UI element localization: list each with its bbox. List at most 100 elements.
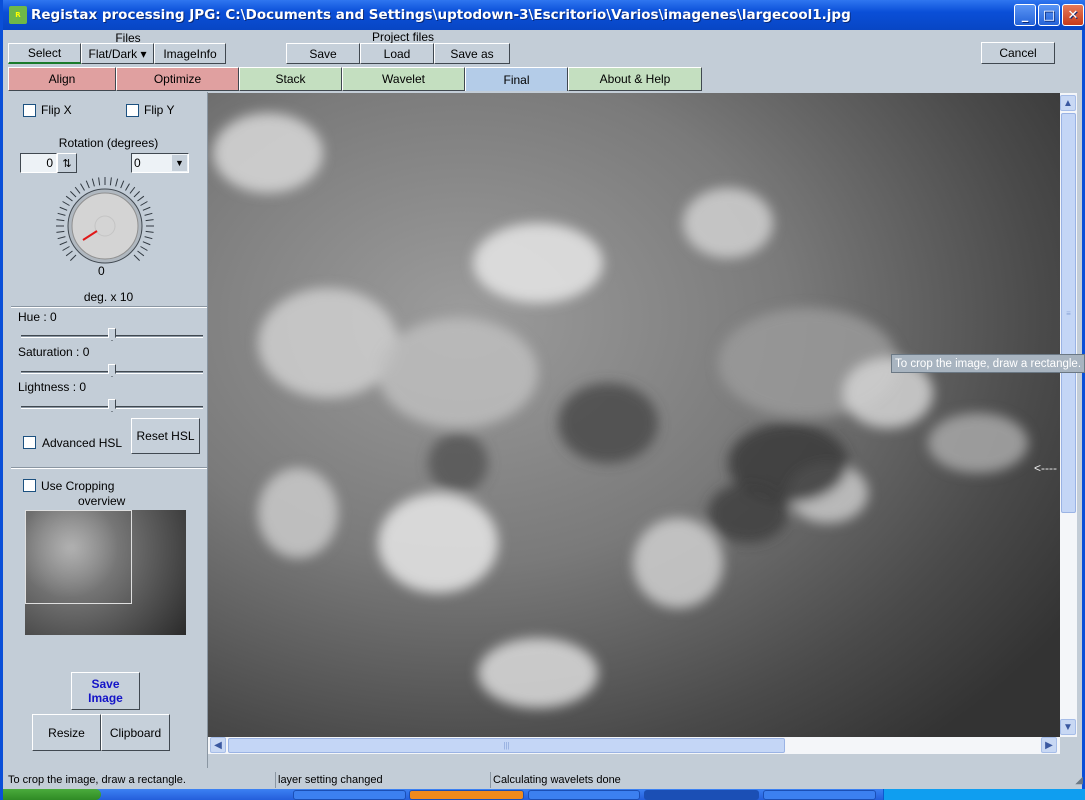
dial-tick — [115, 178, 119, 187]
dial-tick — [69, 254, 77, 262]
horizontal-scrollbar[interactable]: ◀ ||| ▶ — [208, 737, 1060, 754]
use-cropping-label: Use Cropping — [41, 479, 115, 493]
dial-tick — [74, 186, 81, 194]
taskbar-item[interactable] — [644, 790, 759, 800]
rotation-dial[interactable] — [43, 176, 167, 296]
dial-tick — [109, 177, 112, 186]
registax-window: R Registax processing JPG: C:\Documents … — [0, 0, 1085, 800]
dial-tick — [144, 236, 153, 240]
project-save-as-button[interactable]: Save as — [434, 43, 510, 64]
imageinfo-button[interactable]: ImageInfo — [154, 43, 226, 64]
surface-feature — [558, 383, 658, 463]
lightness-slider-thumb[interactable] — [108, 399, 116, 412]
dial-tick — [65, 250, 73, 257]
separator — [11, 467, 207, 469]
surface-feature — [473, 223, 603, 303]
status-cell-process: Calculating wavelets done — [490, 772, 1060, 788]
vertical-scrollbar[interactable]: ▲ ≡ ▼ — [1060, 93, 1077, 737]
rotation-label: Rotation (degrees) — [58, 136, 159, 150]
reset-hsl-button[interactable]: Reset HSL — [131, 418, 200, 454]
surface-feature — [633, 518, 723, 608]
dial-tick — [59, 206, 68, 211]
maximize-button[interactable]: □ — [1038, 4, 1060, 26]
resize-grip-icon[interactable]: ◢ — [1075, 775, 1083, 786]
save-image-label-line2: Image — [88, 691, 123, 705]
cancel-button[interactable]: Cancel — [981, 42, 1055, 64]
status-cell-layer: layer setting changed — [275, 772, 489, 788]
save-image-button[interactable]: Save Image — [71, 672, 140, 710]
overview-thumbnail[interactable] — [25, 510, 186, 635]
saturation-slider-thumb[interactable] — [108, 364, 116, 377]
status-bar: To crop the image, draw a rectangle. lay… — [6, 772, 1085, 788]
resize-button[interactable]: Resize — [32, 714, 101, 751]
dial-tick — [140, 201, 148, 206]
surface-feature — [258, 468, 338, 558]
dial-tick — [59, 241, 68, 246]
tab-wavelet[interactable]: Wavelet — [342, 67, 465, 91]
dial-tick — [56, 219, 65, 222]
dial-tick — [62, 246, 70, 251]
flip-x-checkbox[interactable] — [23, 104, 36, 117]
tab-about-help[interactable]: About & Help — [568, 67, 702, 91]
tab-stack[interactable]: Stack — [239, 67, 342, 91]
rotation-spin-button[interactable]: ⇅ — [57, 153, 77, 173]
clipboard-button[interactable]: Clipboard — [101, 714, 170, 751]
scroll-left-button[interactable]: ◀ — [210, 737, 226, 753]
dial-tick — [129, 186, 136, 194]
taskbar-item[interactable] — [763, 790, 876, 800]
use-cropping-checkbox[interactable] — [23, 479, 36, 492]
start-button[interactable] — [3, 789, 101, 800]
scroll-right-button[interactable]: ▶ — [1041, 737, 1057, 753]
minimize-button[interactable]: _ — [1014, 4, 1036, 26]
project-save-button[interactable]: Save — [286, 43, 360, 64]
horizontal-scroll-thumb[interactable]: ||| — [228, 738, 785, 753]
surface-feature — [378, 493, 498, 593]
close-button[interactable]: ✕ — [1062, 4, 1084, 26]
rotation-select[interactable]: 0 ▼ — [131, 153, 189, 173]
surface-feature — [428, 433, 488, 493]
chevron-down-icon: ▼ — [1063, 721, 1073, 733]
system-tray — [883, 789, 1085, 800]
image-viewport[interactable]: Pyramidal Structure---> <---- — [208, 93, 1060, 737]
project-load-button[interactable]: Load — [360, 43, 434, 64]
lightness-label: Lightness : 0 — [18, 380, 87, 394]
dial-tick — [57, 236, 66, 240]
flip-y-checkbox[interactable] — [126, 104, 139, 117]
tab-align[interactable]: Align — [8, 67, 116, 91]
taskbar-item-active[interactable] — [409, 790, 524, 800]
dial-knob[interactable] — [71, 192, 139, 260]
mars-surface-image — [208, 93, 1060, 737]
dial-tick — [137, 195, 145, 202]
spin-arrows-icon: ⇅ — [62, 157, 72, 170]
overview-viewport-rect[interactable] — [25, 510, 132, 604]
dial-tick — [65, 195, 73, 202]
dial-tick — [142, 241, 151, 246]
chevron-right-icon: ▶ — [1045, 739, 1053, 751]
dial-tick — [133, 254, 141, 262]
hue-slider-thumb[interactable] — [108, 328, 116, 341]
scroll-up-button[interactable]: ▲ — [1060, 95, 1076, 111]
tab-optimize[interactable]: Optimize — [116, 67, 239, 91]
taskbar-item[interactable] — [293, 790, 406, 800]
flat-dark-dropdown-button[interactable]: Flat/Dark ▾ — [81, 43, 154, 64]
surface-feature — [708, 483, 788, 543]
rotation-value-input[interactable]: 0 — [20, 153, 57, 173]
taskbar-item[interactable] — [528, 790, 640, 800]
chevron-down-icon[interactable]: ▼ — [172, 155, 187, 171]
dial-tick — [144, 212, 153, 216]
dial-tick — [91, 178, 95, 187]
flip-y-label: Flip Y — [144, 103, 175, 117]
tab-final[interactable]: Final — [465, 67, 568, 91]
dial-unit-label: deg. x 10 — [83, 290, 134, 304]
chevron-left-icon: ◀ — [214, 739, 222, 751]
vertical-scroll-thumb[interactable]: ≡ — [1061, 113, 1076, 513]
dial-tick — [145, 230, 154, 233]
advanced-hsl-checkbox[interactable] — [23, 436, 36, 449]
saturation-label: Saturation : 0 — [18, 345, 90, 359]
final-settings-panel: Flip X Flip Y Rotation (degrees) 0 ⇅ 0 ▼… — [6, 92, 208, 768]
select-button[interactable]: Select — [8, 43, 81, 64]
dial-tick — [133, 190, 141, 198]
title-bar[interactable]: R Registax processing JPG: C:\Documents … — [3, 0, 1085, 30]
scroll-down-button[interactable]: ▼ — [1060, 719, 1076, 735]
dial-tick — [120, 180, 125, 189]
